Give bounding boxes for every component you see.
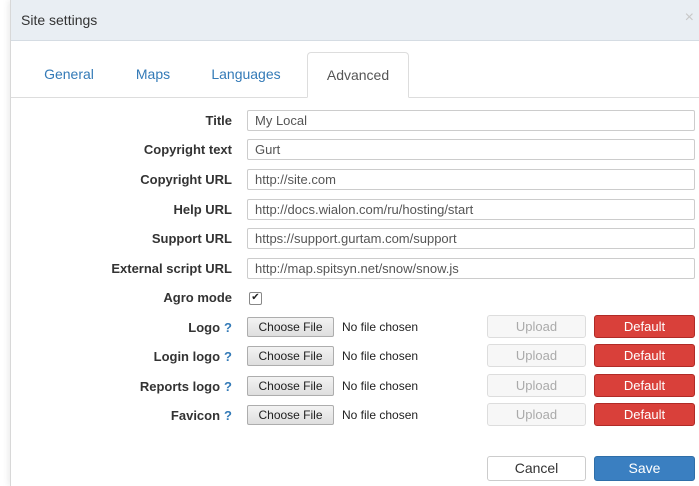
favicon-choose-file-button[interactable]: Choose File [247,405,334,425]
title-row: Title My Local [11,110,699,132]
favicon-file-status: No file chosen [342,408,419,422]
login-logo-upload-button[interactable]: Upload [487,344,586,367]
copyright-url-row: Copyright URL http://site.com [11,169,699,191]
support-url-input[interactable]: https://support.gurtam.com/support [247,228,695,249]
reports-logo-default-button[interactable]: Default [594,374,695,397]
agro-mode-row: Agro mode ✔ [11,287,699,309]
help-icon[interactable]: ? [224,349,232,364]
logo-label-text: Logo [188,320,221,335]
agro-mode-label: Agro mode [163,290,232,305]
favicon-upload-button[interactable]: Upload [487,403,586,426]
dialog-titlebar: Site settings × [11,0,699,41]
external-script-url-input[interactable]: http://map.spitsyn.net/snow/snow.js [247,258,695,279]
support-url-row: Support URL https://support.gurtam.com/s… [11,228,699,250]
copyright-text-input[interactable]: Gurt [247,139,695,160]
logo-row: Logo? Choose File No file chosen Upload … [11,315,699,339]
help-icon[interactable]: ? [224,379,232,394]
logo-file-status: No file chosen [342,320,419,334]
help-icon[interactable]: ? [224,408,232,423]
logo-choose-file-button[interactable]: Choose File [247,317,334,337]
reports-logo-upload-button[interactable]: Upload [487,374,586,397]
title-input[interactable]: My Local [247,110,695,131]
logo-default-button[interactable]: Default [594,315,695,338]
copyright-text-label: Copyright text [143,142,232,157]
tab-advanced[interactable]: Advanced [307,52,409,98]
reports-logo-label: Reports logo? [140,379,232,394]
logo-upload-button[interactable]: Upload [487,315,586,338]
reports-logo-file-status: No file chosen [342,379,419,393]
reports-logo-row: Reports logo? Choose File No file chosen… [11,374,699,398]
title-label: Title [205,113,233,128]
login-logo-row: Login logo? Choose File No file chosen U… [11,344,699,368]
cancel-button[interactable]: Cancel [487,456,586,481]
favicon-label: Favicon? [171,408,232,423]
close-icon[interactable]: × [685,10,694,26]
reports-logo-choose-file-button[interactable]: Choose File [247,376,334,396]
agro-mode-checkbox[interactable]: ✔ [249,292,262,305]
favicon-row: Favicon? Choose File No file chosen Uplo… [11,403,699,427]
copyright-url-input[interactable]: http://site.com [247,169,695,190]
help-icon[interactable]: ? [224,320,232,335]
site-settings-dialog: Site settings × General Maps Languages A… [10,0,699,486]
login-logo-file-status: No file chosen [342,349,419,363]
tab-maps[interactable]: Maps [123,52,183,96]
copyright-url-label: Copyright URL [140,172,232,187]
copyright-text-row: Copyright text Gurt [11,139,699,161]
tab-bar: General Maps Languages Advanced [11,52,699,98]
login-logo-label-text: Login logo [153,349,221,364]
external-script-url-row: External script URL http://map.spitsyn.n… [11,258,699,280]
reports-logo-label-text: Reports logo [139,379,221,394]
help-url-row: Help URL http://docs.wialon.com/ru/hosti… [11,199,699,221]
help-url-label: Help URL [173,202,233,217]
help-url-input[interactable]: http://docs.wialon.com/ru/hosting/start [247,199,695,220]
save-button[interactable]: Save [594,456,695,481]
tab-languages[interactable]: Languages [197,52,295,96]
favicon-default-button[interactable]: Default [594,403,695,426]
logo-label: Logo? [188,320,232,335]
dialog-title: Site settings [21,12,98,28]
external-script-url-label: External script URL [111,261,232,276]
login-logo-choose-file-button[interactable]: Choose File [247,346,334,366]
login-logo-default-button[interactable]: Default [594,344,695,367]
login-logo-label: Login logo? [154,349,232,364]
tab-general[interactable]: General [29,52,109,96]
support-url-label: Support URL [151,231,232,246]
favicon-label-text: Favicon [170,408,221,423]
